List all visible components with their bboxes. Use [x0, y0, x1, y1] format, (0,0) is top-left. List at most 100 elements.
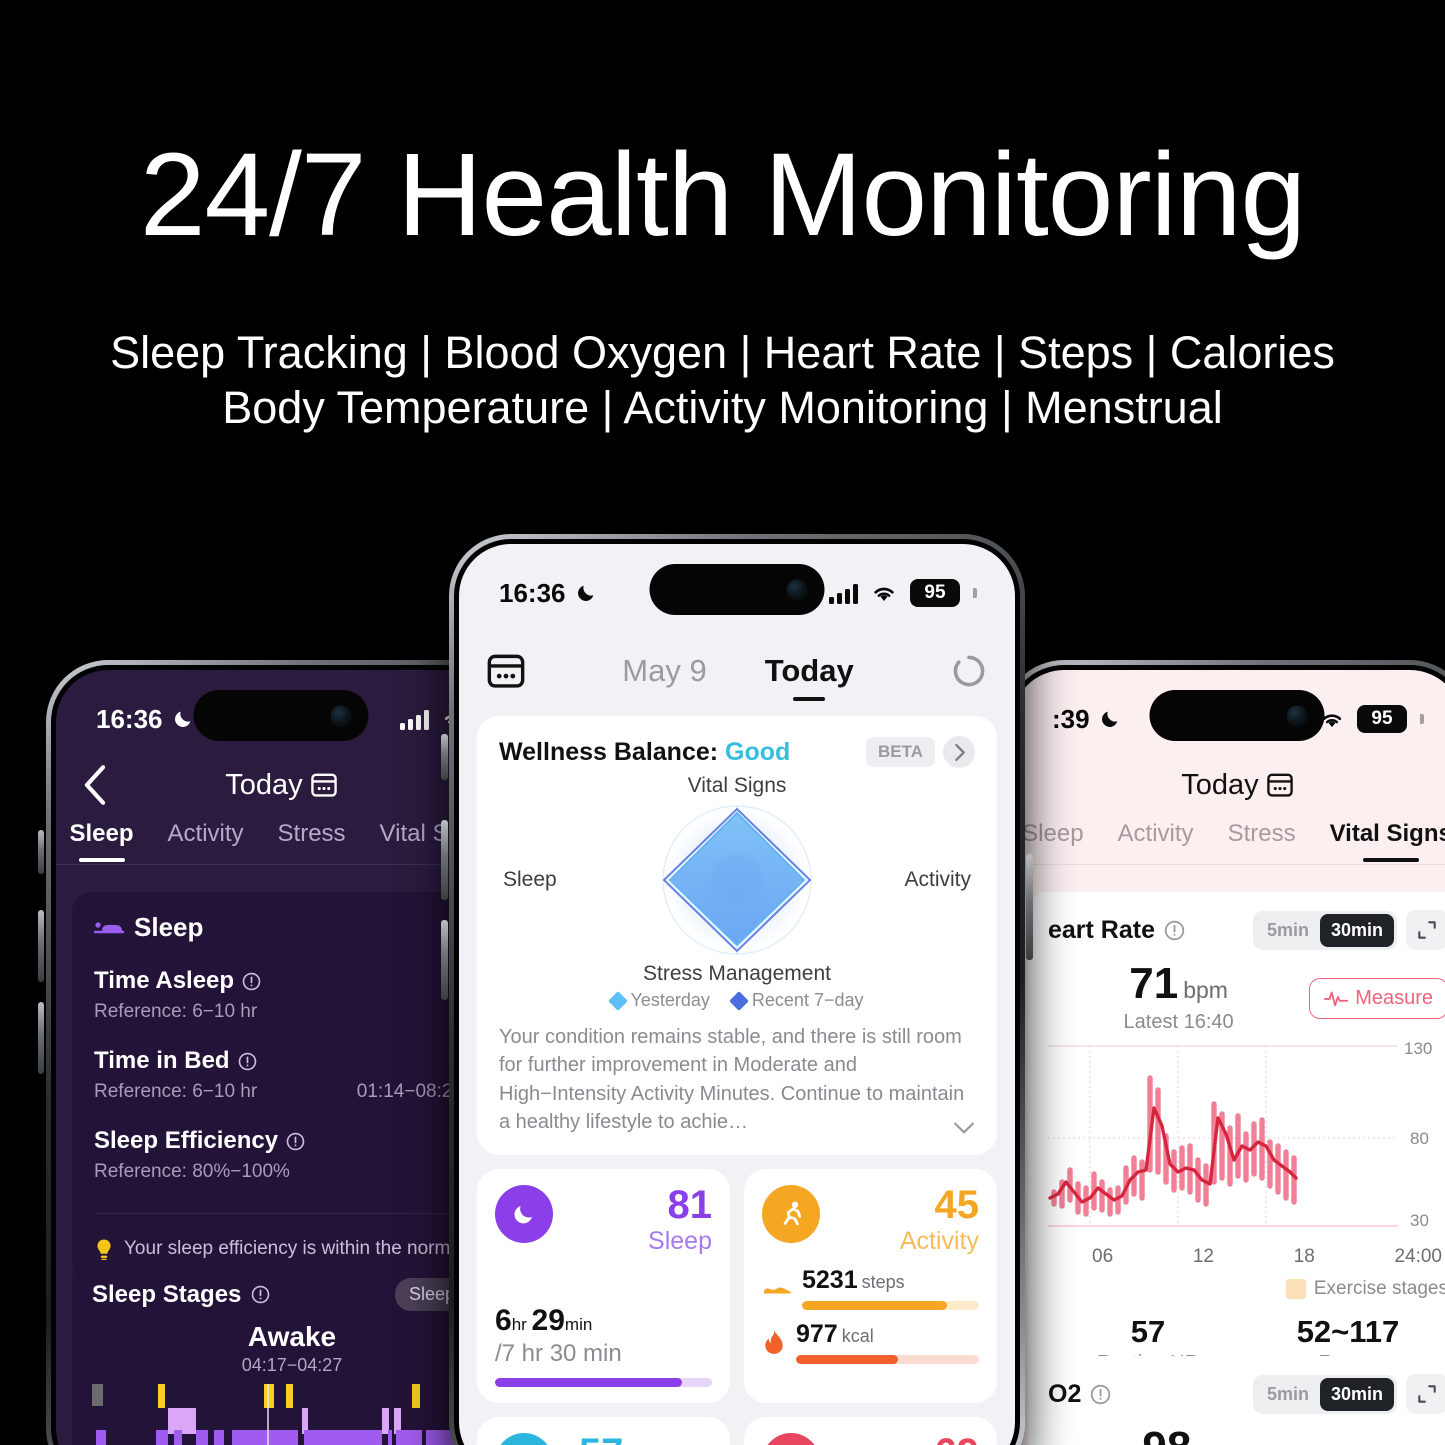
spo2-reading: 98% Latest 16:33: [1048, 1426, 1311, 1445]
expand-icon[interactable]: [1406, 1374, 1445, 1414]
tab-activity[interactable]: Activity: [1118, 820, 1194, 848]
wifi-icon: [874, 587, 894, 601]
svg-text:30: 30: [1410, 1211, 1429, 1230]
cellular-bars-icon: [829, 583, 858, 604]
page-title: 24/7 Health Monitoring: [139, 129, 1306, 261]
beta-badge: BETA: [865, 737, 935, 767]
hero-subtitle-line-2: Body Temperature | Activity Monitoring |…: [222, 381, 1223, 433]
hero-subtitle-line-1: Sleep Tracking | Blood Oxygen | Heart Ra…: [110, 327, 1335, 378]
expand-icon[interactable]: [1406, 910, 1445, 950]
volume-up-button[interactable]: [38, 910, 44, 982]
sleep-score-value: 81: [667, 1182, 713, 1227]
row-sleep-efficiency: Sleep Efficiency Reference: 80%−100%: [94, 1127, 490, 1183]
activity-score-label: Activity: [899, 1226, 979, 1255]
power-button[interactable]: [1026, 854, 1033, 960]
sleep-stages-title: Sleep Stages: [92, 1281, 270, 1309]
sleep-score-card[interactable]: z 81 Sleep 6hr 29min /7 hr 30 min: [477, 1168, 730, 1403]
bed-icon: [94, 921, 124, 933]
refresh-icon[interactable]: [951, 653, 987, 689]
nav-tab-today[interactable]: Today: [765, 653, 854, 701]
chevron-right-icon[interactable]: [943, 736, 975, 768]
dynamic-island: [649, 564, 825, 615]
info-icon[interactable]: [238, 1052, 257, 1071]
stress-gauge-icon: [495, 1432, 553, 1445]
front-camera-icon: [330, 705, 352, 726]
left-header: Today: [56, 754, 506, 816]
hr-measure-button[interactable]: Measure: [1309, 977, 1445, 1019]
wellness-balance-card: Wellness Balance: Good BETA Vital Signs …: [477, 716, 997, 1155]
right-page-title: Today: [1012, 754, 1445, 816]
info-icon[interactable]: [1164, 920, 1185, 941]
calendar-icon[interactable]: [487, 654, 525, 688]
volume-up-button[interactable]: [441, 820, 448, 900]
radar-axis-activity: Activity: [904, 868, 971, 891]
mute-switch[interactable]: [441, 734, 448, 780]
heart-rate-chart[interactable]: 130 80 30: [1048, 1042, 1445, 1242]
sleep-moon-icon: z: [495, 1184, 553, 1243]
metric-cards-row-2: 57 Normal Stress: [477, 1416, 997, 1445]
info-icon[interactable]: [251, 1285, 270, 1304]
hr-interval-toggle[interactable]: 5min 30min: [1252, 910, 1397, 950]
time-in-bed-range: 01:14−08:22: [356, 1081, 463, 1102]
phone-right-vital-signs: :39 95 Today Sleep Activity Stress Vital…: [1002, 660, 1445, 1445]
promo-banner: 24/7 Health Monitoring Sleep Tracking | …: [0, 0, 1445, 1445]
tab-sleep[interactable]: Sleep: [69, 820, 134, 862]
wellness-description[interactable]: Your condition remains stable, and there…: [499, 1023, 975, 1137]
radar-axis-sleep: Sleep: [503, 868, 557, 891]
wellness-balance-title: Wellness Balance: Good: [499, 737, 791, 766]
sleep-score-label: Sleep: [648, 1226, 712, 1255]
calories-progress-bar: [796, 1354, 979, 1364]
spo2-title: O2: [1048, 1380, 1111, 1409]
stress-score-card[interactable]: 57 Normal Stress: [477, 1416, 730, 1445]
svg-text:80: 80: [1410, 1129, 1429, 1148]
steps-row: 5231 steps: [762, 1266, 979, 1310]
calendar-icon[interactable]: [310, 773, 337, 797]
left-tab-bar: Sleep Activity Stress Vital Signs: [56, 820, 506, 865]
calories-row: 977 kcal: [762, 1320, 979, 1364]
heart-rate-mini-card[interactable]: 69 bpm: [744, 1416, 997, 1445]
hypnogram-chart[interactable]: [92, 1384, 492, 1445]
center-nav-bar: May 9 Today: [459, 634, 1015, 708]
status-time: 16:36: [96, 703, 163, 734]
tab-activity[interactable]: Activity: [168, 820, 244, 848]
heart-icon: [762, 1432, 820, 1445]
spo2-interval-toggle[interactable]: 5min 30min: [1252, 1374, 1397, 1414]
front-camera-icon: [1286, 705, 1308, 726]
calendar-icon[interactable]: [1266, 773, 1293, 797]
sleep-tip: Your sleep efficiency is within the norm…: [94, 1213, 490, 1262]
battery-indicator: 95: [910, 579, 960, 607]
info-icon[interactable]: [1090, 1384, 1111, 1405]
volume-down-button[interactable]: [441, 920, 448, 1000]
info-icon[interactable]: [242, 972, 261, 991]
nav-date-may9[interactable]: May 9: [622, 653, 706, 689]
hr-seg-30min[interactable]: 30min: [1319, 913, 1394, 947]
sleep-duration: 6hr 29min /7 hr 30 min: [495, 1304, 712, 1368]
activity-score-card[interactable]: 45 Activity 5231 steps 977 kcal: [744, 1168, 997, 1403]
chevron-left-icon[interactable]: [82, 764, 108, 806]
radar-axis-stress: Stress Management: [643, 962, 831, 985]
cellular-bars-icon: [400, 709, 429, 730]
center-content: Wellness Balance: Good BETA Vital Signs …: [459, 716, 1015, 1445]
tab-stress[interactable]: Stress: [278, 820, 346, 848]
xtick-24: 24:00: [1394, 1246, 1442, 1267]
volume-down-button[interactable]: [38, 1002, 44, 1074]
hr-seg-5min[interactable]: 5min: [1256, 914, 1320, 947]
legend-recent-7day: Recent 7−day: [729, 990, 863, 1011]
spo2-seg-5min[interactable]: 5min: [1256, 1378, 1320, 1411]
dynamic-island: [1149, 690, 1325, 741]
heart-rate-title: eart Rate: [1048, 916, 1185, 945]
running-person-icon: [762, 1184, 820, 1243]
heart-rate-value: 69: [930, 1433, 980, 1445]
spo2-seg-30min[interactable]: 30min: [1319, 1377, 1394, 1411]
phone-center-today: 16:36 95 May 9 Today Wellness Balance: G…: [441, 534, 1033, 1445]
stress-score-value: 57: [579, 1433, 624, 1445]
tab-sleep[interactable]: Sleep: [1022, 820, 1083, 848]
ecg-icon: [1324, 991, 1349, 1007]
chevron-down-icon[interactable]: [953, 1121, 975, 1135]
steps-progress-bar: [802, 1300, 979, 1310]
tab-stress[interactable]: Stress: [1228, 820, 1296, 848]
tab-vital-signs[interactable]: Vital Signs: [1330, 820, 1445, 862]
wellness-radar-chart[interactable]: Vital Signs Activity Stress Management S…: [499, 774, 975, 986]
info-icon[interactable]: [286, 1132, 305, 1151]
mute-switch[interactable]: [38, 830, 44, 874]
